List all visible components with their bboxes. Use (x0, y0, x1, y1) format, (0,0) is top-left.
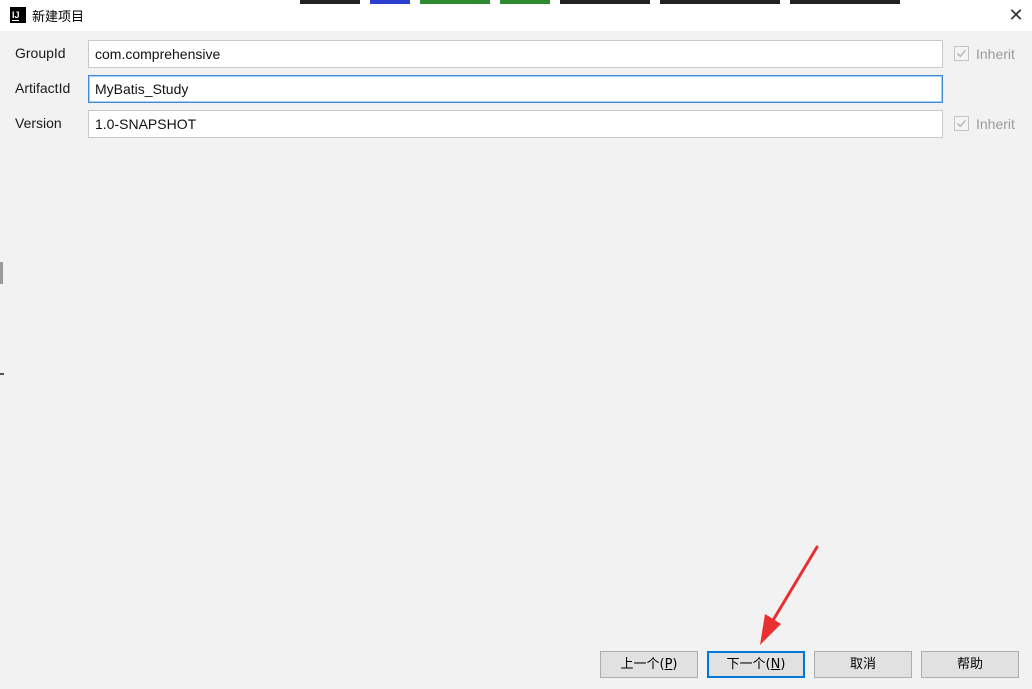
close-button[interactable]: ✕ (1000, 0, 1032, 31)
inherit-label: Inherit (976, 116, 1015, 132)
next-suffix: ) (780, 657, 786, 672)
next-mnemonic: N (770, 657, 781, 672)
help-button-label: 帮助 (956, 657, 983, 672)
help-button[interactable]: 帮助 (921, 651, 1019, 678)
next-button-label: 下一个( (726, 657, 771, 672)
artifactid-label: ArtifactId (15, 80, 71, 96)
background-window-text (300, 0, 980, 6)
checkbox-icon (954, 46, 969, 61)
groupid-label: GroupId (15, 45, 66, 61)
version-input[interactable] (88, 110, 943, 138)
left-edge-divider (0, 262, 3, 284)
window-title: 新建项目 (32, 10, 85, 25)
cancel-button-label: 取消 (849, 657, 876, 672)
annotation-arrow-icon (760, 545, 819, 645)
version-label: Version (15, 115, 62, 131)
previous-suffix: ) (672, 657, 678, 672)
inherit-label: Inherit (976, 46, 1015, 62)
cancel-button[interactable]: 取消 (814, 651, 912, 678)
artifactid-input[interactable] (88, 75, 943, 103)
intellij-app-icon: IJ (10, 7, 26, 23)
previous-button[interactable]: 上一个(P) (600, 651, 698, 678)
new-project-dialog: IJ 新建项目 ✕ GroupId Inherit ArtifactId Ver… (0, 0, 1032, 689)
close-icon: ✕ (1008, 5, 1024, 25)
groupid-input[interactable] (88, 40, 943, 68)
left-edge-tick (0, 373, 4, 375)
title-bar: IJ 新建项目 ✕ (0, 0, 1032, 31)
previous-button-label: 上一个( (620, 657, 665, 672)
next-button[interactable]: 下一个(N) (707, 651, 805, 678)
checkbox-icon (954, 116, 969, 131)
